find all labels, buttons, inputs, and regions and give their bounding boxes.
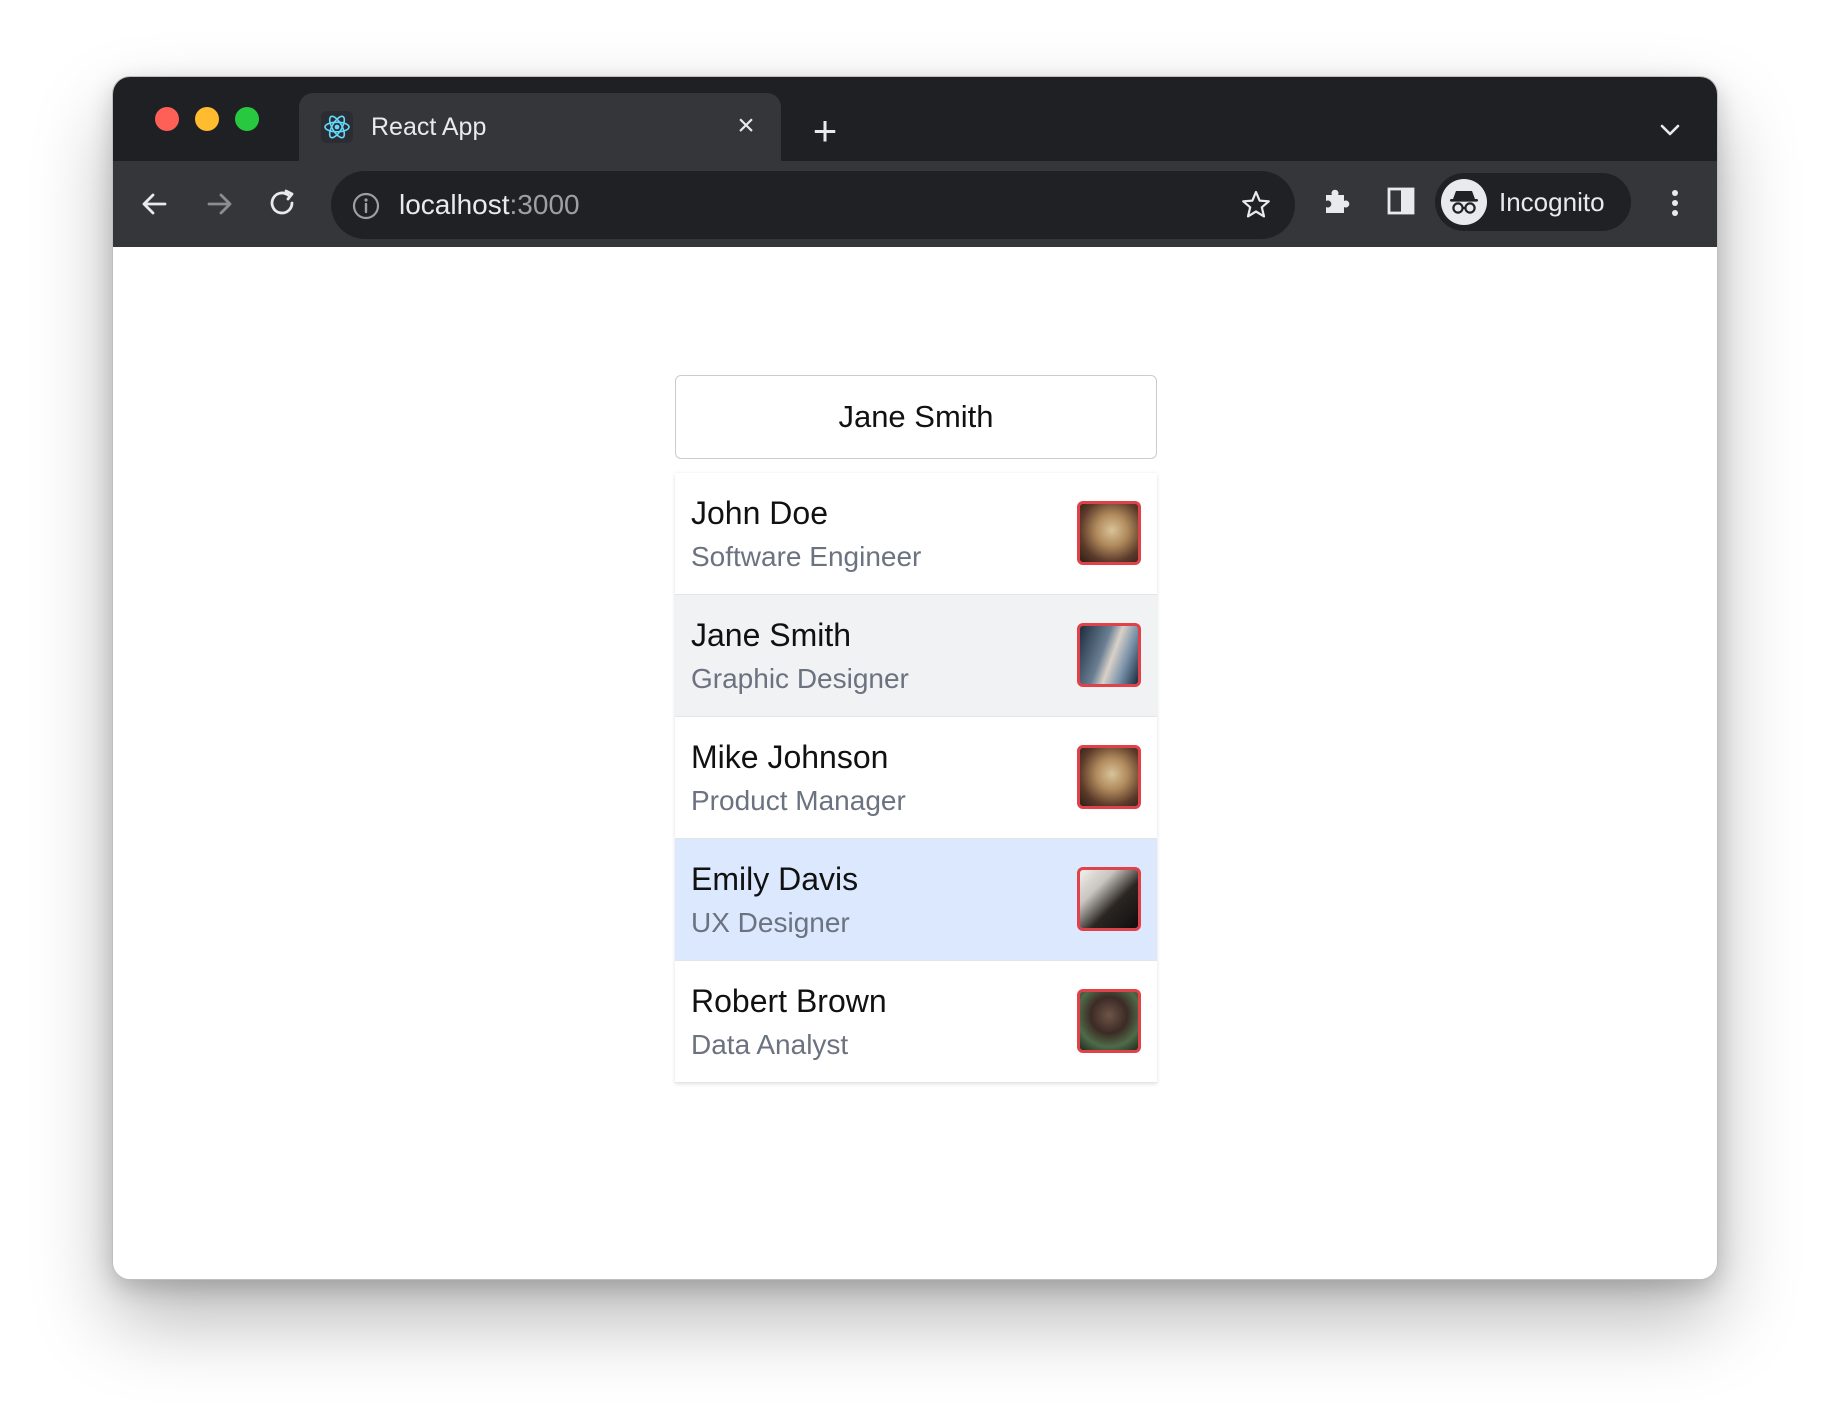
browser-toolbar: localhost:3000 Incognito [113,161,1717,247]
back-arrow-icon[interactable] [133,182,177,226]
person-name: Jane Smith [691,617,852,653]
browser-window: React App × + localhost:3000 Incognito J… [112,76,1718,1280]
person-role: UX Designer [691,907,850,938]
person-role: Software Engineer [691,541,922,572]
list-item[interactable]: Jane Smith Graphic Designer [675,595,1157,717]
new-tab-button[interactable]: + [805,110,845,152]
incognito-profile-button[interactable]: Incognito [1435,173,1631,231]
page-content: Jane Smith John Doe Software Engineer Ja… [113,247,1717,1279]
avatar [1077,745,1141,809]
selected-person-display[interactable]: Jane Smith [675,375,1157,459]
person-role: Data Analyst [691,1029,849,1060]
site-info-icon[interactable] [351,191,381,221]
incognito-label: Incognito [1499,187,1605,217]
tab-close-icon[interactable]: × [729,109,763,143]
address-bar[interactable]: localhost:3000 [331,171,1295,239]
forward-arrow-icon[interactable] [197,182,241,226]
person-name: Robert Brown [691,983,887,1019]
person-role: Graphic Designer [691,663,909,694]
people-list: John Doe Software Engineer Jane Smith Gr… [675,473,1157,1083]
tab-title: React App [371,113,487,141]
tab-react-app[interactable]: React App × [299,93,781,161]
close-window-button[interactable] [155,107,179,131]
bookmark-star-icon[interactable] [1239,188,1273,222]
list-item[interactable]: Emily Davis UX Designer [675,839,1157,961]
person-name: Mike Johnson [691,739,889,775]
more-menu-icon[interactable] [1655,183,1695,223]
list-item[interactable]: Mike Johnson Product Manager [675,717,1157,839]
url-port: :3000 [509,189,580,220]
url-host: localhost [399,189,510,220]
incognito-icon [1441,179,1487,225]
selected-person-name: Jane Smith [838,399,994,434]
tab-strip: React App × + [113,77,1717,161]
url-text: localhost:3000 [399,189,580,221]
side-panel-icon[interactable] [1381,181,1421,221]
list-item[interactable]: Robert Brown Data Analyst [675,961,1157,1083]
person-role: Product Manager [691,785,906,816]
avatar [1077,501,1141,565]
reload-icon[interactable] [261,182,305,226]
tab-search-chevron-icon[interactable] [1653,113,1687,147]
avatar [1077,623,1141,687]
person-name: Emily Davis [691,861,859,897]
extensions-puzzle-icon[interactable] [1317,181,1357,221]
person-name: John Doe [691,495,828,531]
list-item[interactable]: John Doe Software Engineer [675,473,1157,595]
avatar [1077,989,1141,1053]
maximize-window-button[interactable] [235,107,259,131]
avatar [1077,867,1141,931]
minimize-window-button[interactable] [195,107,219,131]
react-logo-icon [321,111,353,143]
